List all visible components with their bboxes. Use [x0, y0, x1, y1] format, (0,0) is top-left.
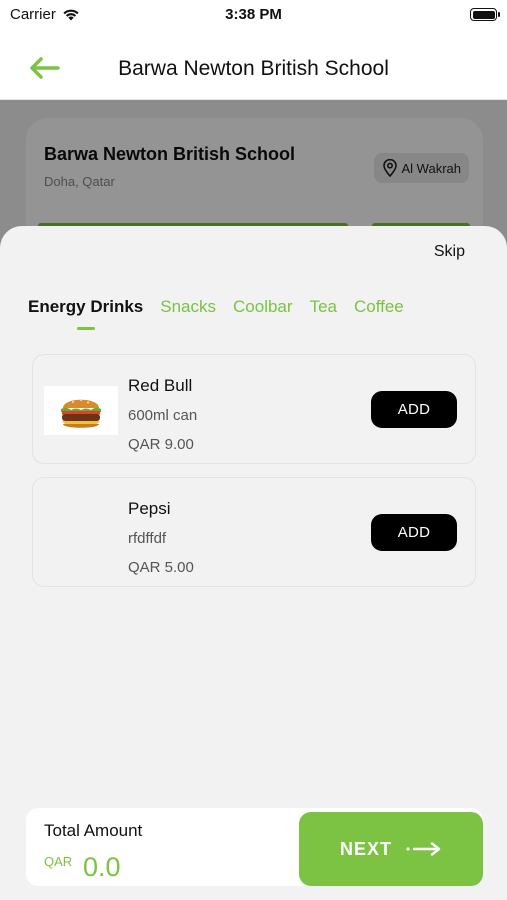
status-bar: Carrier 3:38 PM: [0, 0, 507, 30]
next-button-label: NEXT: [339, 838, 392, 859]
product-name: Pepsi: [128, 499, 171, 518]
category-tabs: Energy Drinks Snacks Coolbar Tea Coffee: [28, 297, 421, 330]
status-time: 3:38 PM: [225, 6, 282, 23]
total-amount-bar: Total Amount QAR 0.0 NEXT: [26, 808, 483, 886]
product-list: Red Bull 600ml can QAR 9.00 ADD Pepsi rf…: [32, 354, 476, 600]
page-title: Barwa Newton British School: [0, 57, 507, 81]
product-name: Red Bull: [128, 376, 193, 395]
tab-coolbar[interactable]: Coolbar: [233, 297, 293, 317]
tab-energy-drinks[interactable]: Energy Drinks: [28, 297, 143, 330]
total-amount-value: 0.0: [83, 852, 121, 882]
product-description: rfdffdf: [128, 530, 167, 547]
tab-snacks[interactable]: Snacks: [160, 297, 216, 317]
app-header: Barwa Newton British School: [0, 30, 507, 100]
add-button[interactable]: ADD: [371, 391, 457, 428]
product-price: QAR 9.00: [128, 436, 194, 453]
arrow-right-icon: [406, 842, 441, 856]
product-description: 600ml can: [128, 407, 198, 424]
product-card-red-bull: Red Bull 600ml can QAR 9.00 ADD: [32, 354, 476, 464]
page-title-text: Barwa Newton British School: [118, 57, 389, 80]
next-button[interactable]: NEXT: [299, 812, 483, 886]
product-price: QAR 5.00: [128, 559, 194, 576]
currency-label: QAR: [44, 854, 73, 869]
tab-tea[interactable]: Tea: [310, 297, 337, 317]
tab-coffee[interactable]: Coffee: [354, 297, 404, 317]
product-image: [44, 386, 118, 435]
battery-icon: [470, 8, 500, 21]
add-button[interactable]: ADD: [371, 514, 457, 551]
total-amount-label: Total Amount: [44, 821, 143, 840]
burger-icon: [61, 398, 101, 428]
product-card-pepsi: Pepsi rfdffdf QAR 5.00 ADD: [32, 477, 476, 587]
menu-bottom-sheet: Skip Energy Drinks Snacks Coolbar Tea Co…: [0, 226, 507, 900]
skip-button[interactable]: Skip: [434, 243, 465, 261]
